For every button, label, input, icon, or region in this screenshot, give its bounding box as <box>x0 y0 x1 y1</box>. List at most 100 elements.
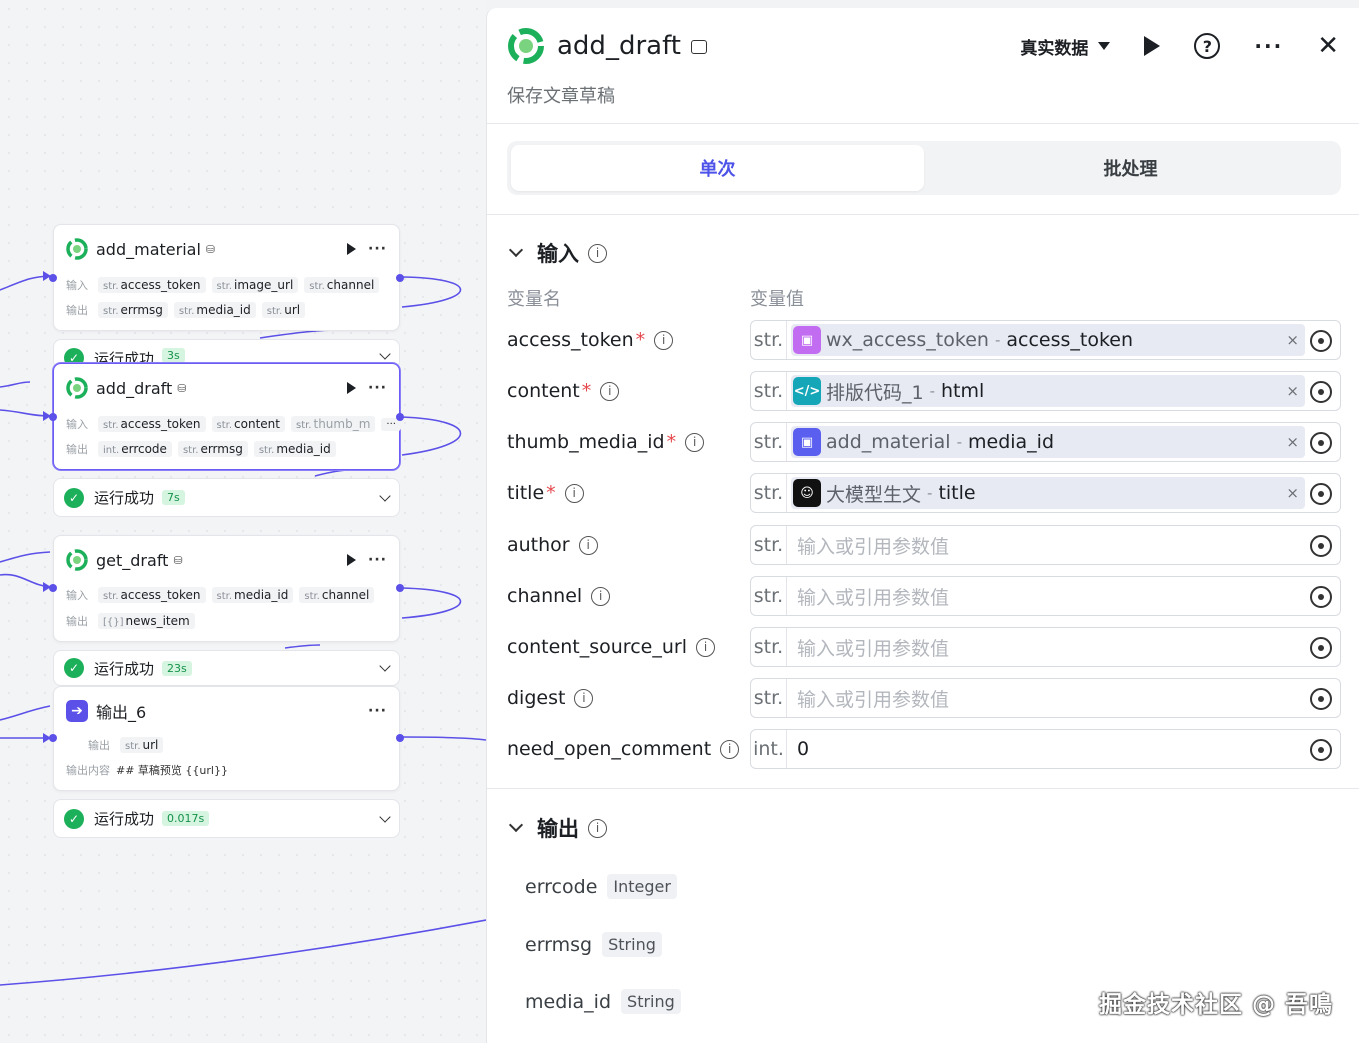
info-icon[interactable]: i <box>574 688 594 708</box>
node-add-material[interactable]: add_material ⛁ ··· 输入 str. access_token s… <box>49 224 404 331</box>
input-chip: str. media_id <box>211 587 294 603</box>
info-icon[interactable]: i <box>578 535 598 555</box>
reference-target-icon[interactable] <box>1310 637 1332 659</box>
chevron-down-icon[interactable] <box>508 242 524 258</box>
reference-target-icon[interactable] <box>1310 688 1332 710</box>
chevron-down-icon[interactable] <box>379 810 391 823</box>
help-icon[interactable]: ? <box>1194 33 1221 59</box>
param-placeholder[interactable]: 输入或引用参数值 <box>797 685 949 712</box>
param-placeholder[interactable]: 输入或引用参数值 <box>797 532 949 559</box>
variable-reference[interactable]: ☺ 大模型生文 - title × <box>791 477 1305 509</box>
reference-target-icon[interactable] <box>1310 739 1332 761</box>
run-node-button[interactable] <box>347 554 357 566</box>
node-title: add_material <box>96 239 201 259</box>
output-node-icon: ➔ <box>66 700 88 722</box>
output-port[interactable] <box>396 413 404 421</box>
more-icon[interactable]: ··· <box>368 380 387 396</box>
more-icon[interactable]: ··· <box>1254 34 1283 58</box>
param-value-field[interactable]: str. 输入或引用参数值 <box>750 678 1341 718</box>
param-placeholder[interactable]: 输入或引用参数值 <box>797 634 949 661</box>
output-port[interactable] <box>396 274 404 282</box>
reference-target-icon[interactable] <box>1310 483 1332 505</box>
input-port[interactable] <box>49 734 57 742</box>
input-row-content: content * i str. </> 排版代码_1 - html × <box>507 371 1341 411</box>
param-value-field[interactable]: str. 输入或引用参数值 <box>750 576 1341 616</box>
clear-icon[interactable]: × <box>1286 382 1299 400</box>
more-icon[interactable]: ··· <box>368 703 387 719</box>
info-icon[interactable]: i <box>685 432 705 452</box>
run-status-get-draft[interactable]: ✓ 运行成功 23s <box>53 650 400 686</box>
info-icon[interactable]: i <box>588 818 607 838</box>
run-status-add-draft[interactable]: ✓ 运行成功 7s <box>53 478 400 517</box>
reference-target-icon[interactable] <box>1310 535 1332 557</box>
output-chip: str. media_id <box>173 302 256 318</box>
info-icon[interactable]: i <box>720 739 740 759</box>
clear-icon[interactable]: × <box>1286 484 1299 502</box>
required-mark: * <box>546 482 556 504</box>
info-icon[interactable]: i <box>695 637 715 657</box>
node-title: add_draft <box>96 378 173 398</box>
more-icon[interactable]: ··· <box>368 552 387 568</box>
info-icon[interactable]: i <box>654 330 674 350</box>
run-node-button[interactable] <box>347 382 357 394</box>
wechat-plugin-icon <box>66 238 88 260</box>
panel-header: add_draft 真实数据 ? ··· ✕ <box>507 26 1339 66</box>
param-placeholder[interactable]: 输入或引用参数值 <box>797 583 949 610</box>
variable-reference[interactable]: ▣ wx_access_token - access_token × <box>791 324 1305 356</box>
reference-target-icon[interactable] <box>1310 330 1332 352</box>
param-value-field[interactable]: str. ☺ 大模型生文 - title × <box>750 473 1341 513</box>
tab-single[interactable]: 单次 <box>511 145 924 191</box>
info-icon[interactable]: i <box>588 243 607 263</box>
input-port[interactable] <box>49 274 57 282</box>
param-value-field[interactable]: int. 0 <box>750 729 1341 769</box>
param-value-field[interactable]: str. 输入或引用参数值 <box>750 525 1341 565</box>
run-status-output-6[interactable]: ✓ 运行成功 0.017s <box>53 799 400 838</box>
reference-target-icon[interactable] <box>1310 381 1332 403</box>
info-icon[interactable]: i <box>564 483 584 503</box>
param-value-field[interactable]: str. ▣ wx_access_token - access_token × <box>750 320 1341 360</box>
variable-reference[interactable]: ▣ add_material - media_id × <box>791 426 1305 458</box>
wechat-plugin-icon <box>66 549 88 571</box>
type-label: str. <box>751 321 787 359</box>
clear-icon[interactable]: × <box>1286 433 1299 451</box>
ref-node-name: 大模型生文 <box>826 483 922 506</box>
input-port[interactable] <box>49 584 57 592</box>
wechat-plugin-icon <box>508 28 544 64</box>
tab-batch[interactable]: 批处理 <box>924 145 1337 191</box>
param-value-field[interactable]: str. </> 排版代码_1 - html × <box>750 371 1341 411</box>
node-get-draft[interactable]: get_draft ⛁ ··· 输入 str. access_token str.… <box>49 535 404 642</box>
outputs-label: 输出 <box>88 739 110 752</box>
type-label: str. <box>751 526 787 564</box>
reference-target-icon[interactable] <box>1310 586 1332 608</box>
run-node-button[interactable] <box>347 243 357 255</box>
node-output-6[interactable]: ➔ 输出_6 ··· 输出 str. url 输出内容 ## 草稿预览 {{url… <box>49 686 404 791</box>
outputs-label: 输出 <box>66 615 88 628</box>
data-mode-dropdown[interactable]: 真实数据 <box>1020 34 1111 59</box>
input-chip: str. thumb_m <box>290 416 376 432</box>
info-icon[interactable]: i <box>600 381 620 401</box>
variable-reference[interactable]: </> 排版代码_1 - html × <box>791 375 1305 407</box>
workflow-canvas[interactable]: add_material ⛁ ··· 输入 str. access_token s… <box>0 0 486 1043</box>
run-button[interactable] <box>1144 36 1161 56</box>
chevron-down-icon[interactable] <box>379 489 391 502</box>
input-section-header[interactable]: 输入 i <box>507 238 607 268</box>
reference-target-icon[interactable] <box>1310 432 1332 454</box>
input-row-title: title * i str. ☺ 大模型生文 - title × <box>507 473 1341 513</box>
plugin-badge-icon: ⛁ <box>205 242 216 256</box>
clear-icon[interactable]: × <box>1286 331 1299 349</box>
input-port[interactable] <box>49 413 57 421</box>
close-icon[interactable]: ✕ <box>1317 31 1339 61</box>
chevron-down-icon[interactable] <box>379 660 391 672</box>
output-chip: str. url <box>261 302 306 318</box>
param-value-field[interactable]: str. 输入或引用参数值 <box>750 627 1341 667</box>
output-port[interactable] <box>396 584 404 592</box>
more-icon[interactable]: ··· <box>368 241 387 257</box>
node-add-draft[interactable]: add_draft ⛁ ··· 输入 str. access_token str.… <box>49 363 404 470</box>
chevron-down-icon[interactable] <box>508 817 524 833</box>
output-port[interactable] <box>396 734 404 742</box>
param-value[interactable]: 0 <box>797 738 809 760</box>
output-section-header[interactable]: 输出 i <box>507 813 607 843</box>
info-icon[interactable]: i <box>591 586 611 606</box>
chevron-down-icon[interactable] <box>379 348 391 360</box>
param-value-field[interactable]: str. ▣ add_material - media_id × <box>750 422 1341 462</box>
